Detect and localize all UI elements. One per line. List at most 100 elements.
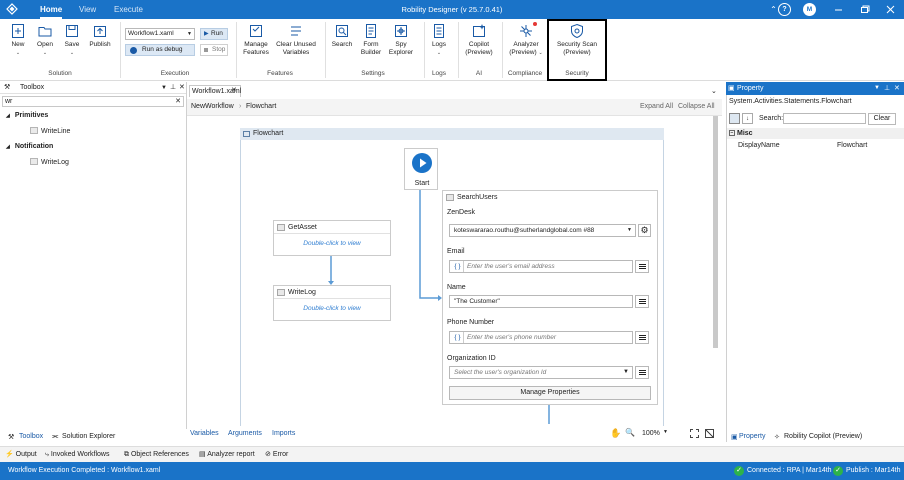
property-category-label: Misc bbox=[737, 130, 753, 137]
name-properties-icon[interactable] bbox=[635, 295, 649, 308]
property-search-label: Search: bbox=[759, 115, 784, 122]
object-references-label: Object References bbox=[130, 451, 189, 458]
error-label: Error bbox=[272, 451, 289, 458]
output-icon: ⚡ bbox=[5, 451, 14, 458]
copilot-tab-icon: ✧ bbox=[774, 434, 780, 441]
arguments-tab[interactable]: Arguments bbox=[228, 430, 262, 437]
phone-label: Phone Number bbox=[447, 319, 495, 326]
pan-hand-icon[interactable]: ✋ bbox=[610, 428, 621, 439]
status-message: Workflow Execution Completed : Workflow1… bbox=[8, 467, 161, 474]
chevron-down-icon[interactable]: ▼ bbox=[663, 429, 668, 435]
connector-start-searchusers bbox=[419, 190, 438, 299]
play-icon bbox=[412, 153, 432, 173]
property-value[interactable]: Flowchart bbox=[837, 140, 867, 151]
copilot-tab[interactable]: Robility Copilot (Preview) bbox=[784, 433, 862, 440]
pin-icon[interactable]: ⊥ bbox=[884, 82, 890, 95]
object-references-tab[interactable]: ⧉ Object References bbox=[124, 447, 189, 463]
activity-header: WriteLog bbox=[274, 286, 390, 299]
activity-get-asset[interactable]: GetAsset Double-click to view bbox=[273, 220, 391, 256]
property-header: ▣ Property ▼ ⊥ ✕ bbox=[726, 82, 904, 95]
property-category-row[interactable]: − Misc bbox=[727, 128, 904, 139]
categorized-view-icon[interactable] bbox=[729, 113, 740, 124]
zendesk-label: ZenDesk bbox=[447, 209, 476, 216]
output-tab-label: Output bbox=[15, 451, 37, 458]
property-search-input[interactable] bbox=[783, 113, 866, 124]
activity-title: SearchUsers bbox=[457, 194, 498, 201]
connection-status: Connected : RPA | Mar14th bbox=[747, 467, 832, 474]
manage-properties-button[interactable]: Manage Properties bbox=[449, 386, 651, 400]
organization-properties-icon[interactable] bbox=[635, 366, 649, 379]
property-name: DisplayName bbox=[738, 142, 780, 149]
settings-gear-icon[interactable]: ⚙ bbox=[638, 224, 651, 237]
analyzer-report-label: Analyzer report bbox=[207, 451, 255, 458]
variables-tab[interactable]: Variables bbox=[190, 430, 219, 437]
search-users-icon bbox=[446, 194, 454, 201]
zendesk-connection-value: koteswararao.routhu@sutherlandglobal.com… bbox=[454, 227, 595, 234]
toolbox-tab-icon: ⚒ bbox=[8, 434, 15, 441]
imports-tab[interactable]: Imports bbox=[272, 430, 295, 437]
name-value: "The Customer" bbox=[454, 298, 500, 305]
property-clear-button[interactable]: Clear bbox=[868, 113, 896, 125]
publish-check-icon: ✓ bbox=[833, 466, 843, 476]
email-properties-icon[interactable] bbox=[635, 260, 649, 273]
email-label: Email bbox=[447, 248, 465, 255]
expression-icon: { } bbox=[452, 261, 464, 272]
activity-title: GetAsset bbox=[288, 224, 317, 231]
close-icon[interactable]: ✕ bbox=[894, 82, 900, 95]
property-type-name: System.Activities.Statements.Flowchart bbox=[729, 98, 852, 105]
report-icon: ▤ bbox=[199, 451, 206, 458]
activity-header: SearchUsers bbox=[443, 191, 657, 204]
output-tabs-bar: ⚡ Output ⤷ Invoked Workflows ⧉ Object Re… bbox=[0, 446, 904, 462]
references-icon: ⧉ bbox=[124, 451, 129, 458]
organization-placeholder: Select the user's organization Id bbox=[454, 369, 547, 376]
phone-properties-icon[interactable] bbox=[635, 331, 649, 344]
overview-map-icon[interactable] bbox=[705, 429, 714, 438]
workflow-icon: ⤷ bbox=[45, 451, 49, 458]
email-field[interactable]: { } Enter the user's email address bbox=[449, 260, 633, 273]
property-tab-icon: ▣ bbox=[731, 434, 738, 441]
designer-footer: Variables Arguments Imports ✋ 🔍 100% ▼ bbox=[187, 426, 722, 442]
chevron-down-icon[interactable]: ▼ bbox=[874, 82, 880, 95]
solution-explorer-tab-icon: ⫘ bbox=[52, 433, 59, 440]
activity-hint: Double-click to view bbox=[303, 305, 361, 312]
property-tab[interactable]: Property bbox=[739, 433, 765, 440]
left-panel-tabs: ⚒ Toolbox ⫘ Solution Explorer bbox=[0, 429, 187, 446]
log-icon bbox=[277, 289, 285, 296]
activity-write-log[interactable]: WriteLog Double-click to view bbox=[273, 285, 391, 321]
status-bar: Workflow Execution Completed : Workflow1… bbox=[0, 462, 904, 480]
collapse-icon: − bbox=[729, 130, 735, 136]
chevron-down-icon: ▼ bbox=[627, 227, 632, 233]
name-field[interactable]: "The Customer" bbox=[449, 295, 633, 308]
output-tab[interactable]: ⚡ Output bbox=[5, 447, 37, 463]
email-placeholder: Enter the user's email address bbox=[467, 263, 555, 270]
activity-hint: Double-click to view bbox=[303, 240, 361, 247]
phone-field[interactable]: { } Enter the user's phone number bbox=[449, 331, 633, 344]
toolbox-tab[interactable]: Toolbox bbox=[19, 433, 43, 440]
zoom-magnifier-icon[interactable]: 🔍 bbox=[625, 428, 635, 437]
zoom-level[interactable]: 100% bbox=[642, 430, 660, 437]
activity-header: GetAsset bbox=[274, 221, 390, 234]
property-icon: ▣ bbox=[728, 85, 735, 92]
organization-label: Organization ID bbox=[447, 355, 496, 362]
start-label: Start bbox=[414, 180, 430, 187]
error-tab[interactable]: ⊘ Error bbox=[265, 447, 288, 463]
expression-icon: { } bbox=[452, 332, 464, 343]
activity-title: WriteLog bbox=[288, 289, 316, 296]
invoked-workflows-tab[interactable]: ⤷ Invoked Workflows bbox=[45, 447, 110, 463]
publish-status: Publish : Mar14th bbox=[846, 467, 901, 474]
error-icon: ⊘ bbox=[265, 451, 271, 458]
phone-placeholder: Enter the user's phone number bbox=[467, 334, 557, 341]
alphabetical-view-icon[interactable]: ↓ bbox=[742, 113, 753, 124]
solution-explorer-tab[interactable]: Solution Explorer bbox=[62, 433, 115, 440]
analyzer-report-tab[interactable]: ▤ Analyzer report bbox=[199, 447, 255, 463]
organization-select[interactable]: Select the user's organization Id ▼ bbox=[449, 366, 633, 379]
connected-check-icon: ✓ bbox=[734, 466, 744, 476]
fit-to-screen-icon[interactable] bbox=[690, 429, 699, 438]
zendesk-connection-select[interactable]: koteswararao.routhu@sutherlandglobal.com… bbox=[449, 224, 636, 237]
property-row[interactable]: DisplayName Flowchart bbox=[727, 140, 904, 151]
start-node[interactable]: Start bbox=[404, 148, 438, 190]
right-panel-tabs: ▣ Property ✧ Robility Copilot (Preview) bbox=[726, 429, 904, 446]
name-label: Name bbox=[447, 284, 466, 291]
chevron-down-icon: ▼ bbox=[623, 369, 629, 375]
invoked-workflows-label: Invoked Workflows bbox=[50, 451, 110, 458]
